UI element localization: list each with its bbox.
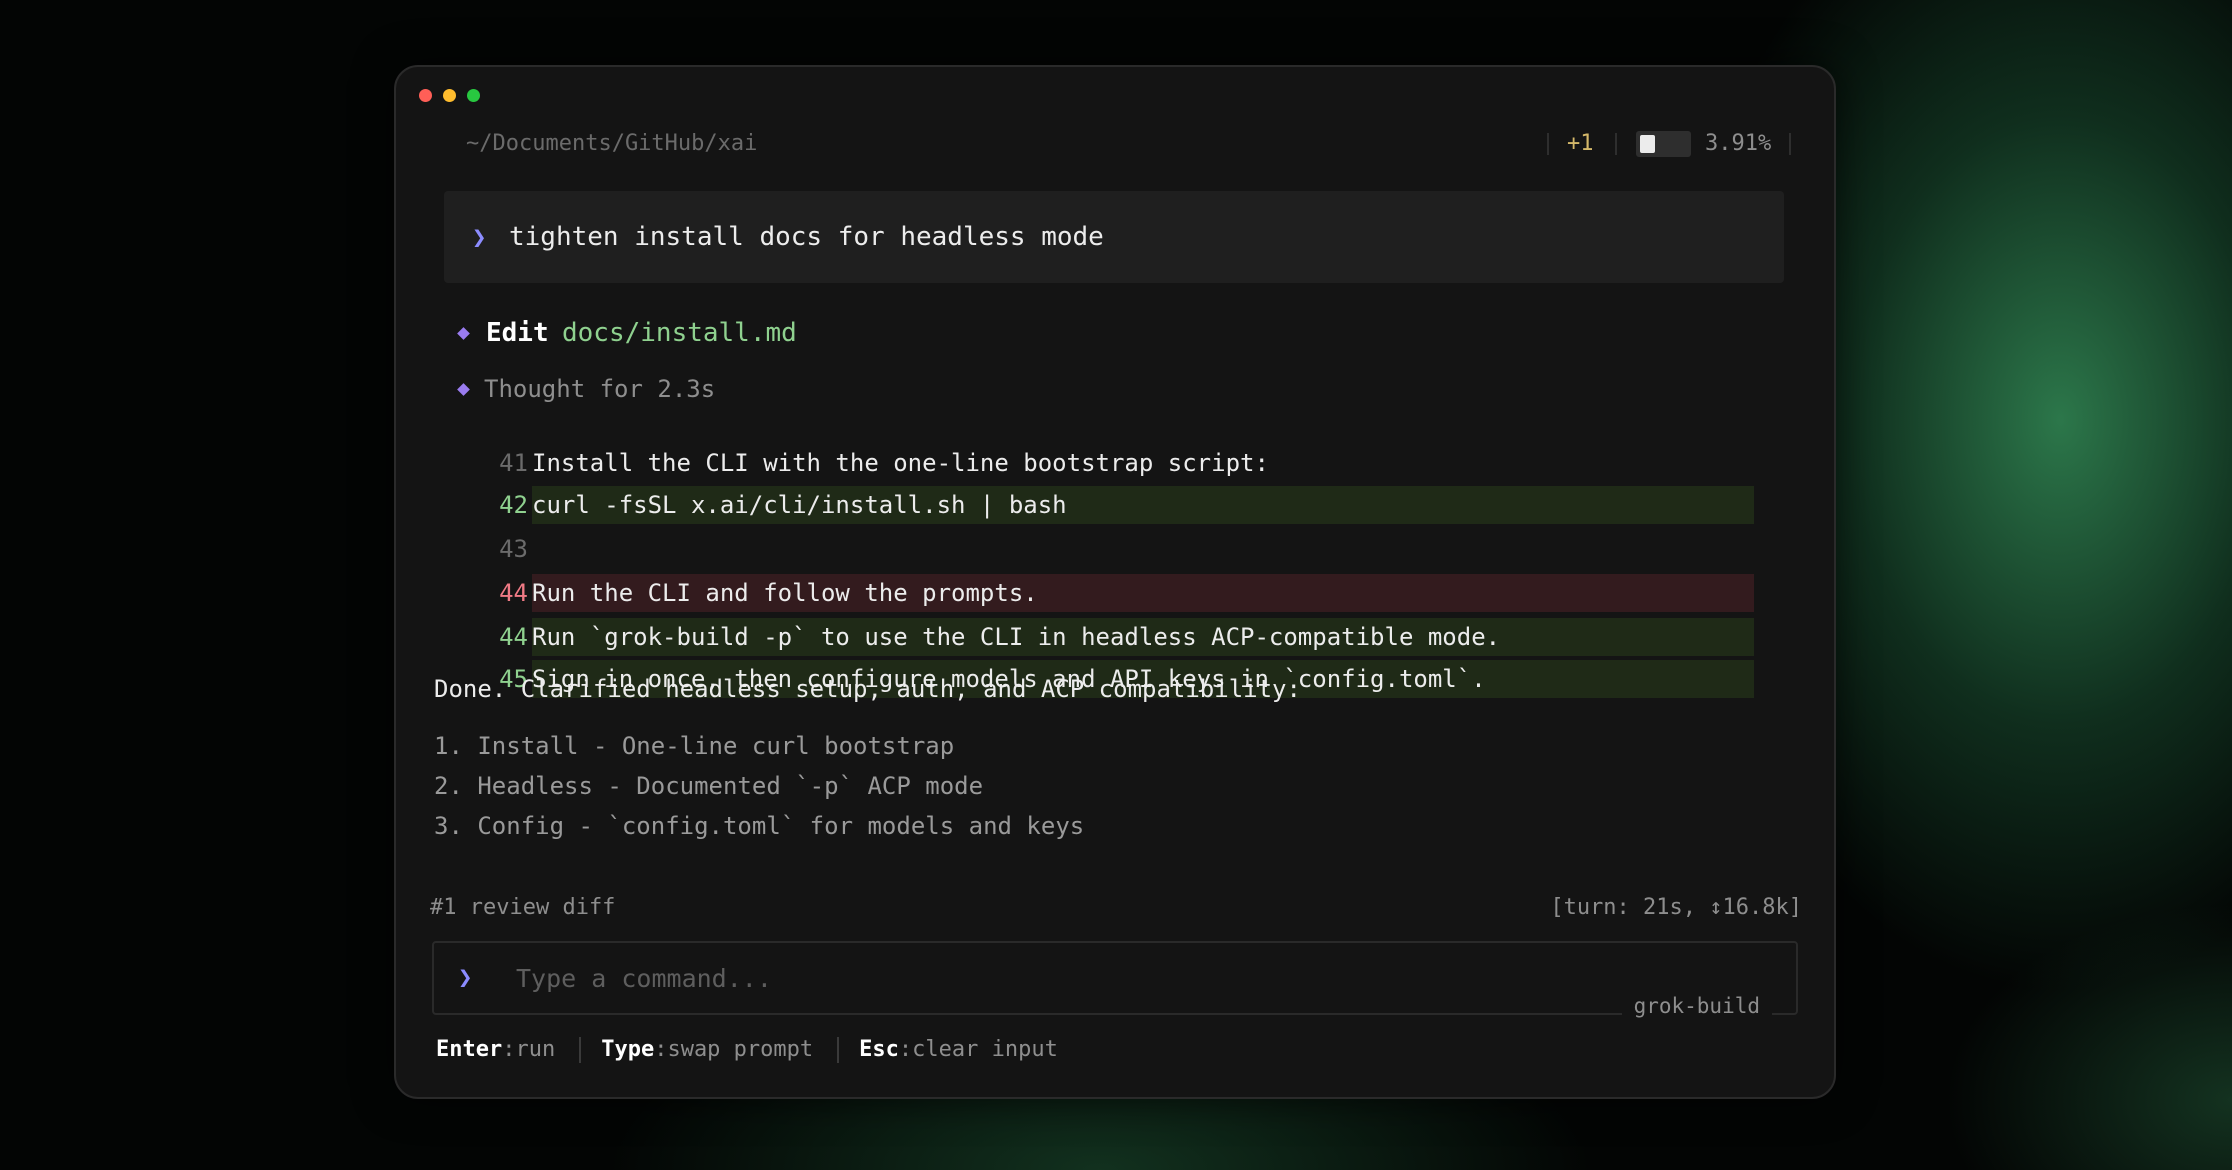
maximize-window-button[interactable] (467, 89, 480, 102)
turn-stats: [turn: 21s, ↕16.8k] (1550, 895, 1802, 920)
diff-line-number: 42 (499, 491, 528, 519)
diamond-icon (457, 327, 470, 340)
hint-desc-swap-prompt: :swap prompt (654, 1037, 814, 1062)
diff-line-added: 44 Run `grok-build -p` to use the CLI in … (486, 618, 1754, 656)
diff-line-removed: 44 Run the CLI and follow the prompts. (486, 574, 1754, 612)
working-directory: ~/Documents/GitHub/xai (466, 131, 758, 156)
hint-divider (579, 1037, 582, 1063)
diff-line-number: 43 (499, 535, 528, 563)
summary-item: 1. Install - One-line curl bootstrap (434, 732, 955, 760)
close-window-button[interactable] (419, 89, 432, 102)
status-review-diff[interactable]: #1 review diff (430, 893, 615, 923)
header-divider (1615, 133, 1617, 155)
diff-line-text: Run the CLI and follow the prompts. (532, 579, 1038, 607)
context-usage-percent: 3.91% (1705, 131, 1772, 156)
diff-line-number: 41 (499, 449, 528, 477)
chevron-right-icon: ❯ (472, 223, 487, 251)
app-name-label: grok-build (1621, 993, 1772, 1019)
user-prompt: ❯ tighten install docs for headless mode (444, 191, 1784, 283)
thought-duration: Thought for 2.3s (484, 375, 716, 403)
diff-line-context: 41 Install the CLI with the one-line boot… (486, 444, 1754, 482)
minimize-window-button[interactable] (443, 89, 456, 102)
diff-line-text: Install the CLI with the one-line bootst… (532, 449, 1269, 477)
diff-line-number: 44 (499, 623, 528, 651)
hint-key-enter: Enter (436, 1037, 503, 1062)
hint-desc-clear-input: :clear input (898, 1037, 1058, 1062)
hint-key-esc: Esc (859, 1037, 899, 1062)
hint-divider (837, 1037, 840, 1063)
diff-line-number: 44 (499, 579, 528, 607)
change-count-badge: +1 (1567, 131, 1594, 156)
context-usage-meter (1636, 131, 1691, 157)
hint-key-type: Type (601, 1037, 655, 1062)
context-usage-fill (1640, 135, 1655, 153)
hint-desc-run: :run (502, 1037, 556, 1062)
summary-item: 2. Headless - Documented `-p` ACP mode (434, 772, 984, 800)
diff-line-text: Run `grok-build -p` to use the CLI in he… (532, 623, 1501, 651)
diff-line-added: 42 curl -fsSL x.ai/cli/install.sh | bash (486, 486, 1754, 524)
command-input-box[interactable]: ❯ grok-build (432, 941, 1798, 1019)
diff-line-background (532, 530, 1754, 568)
keyboard-hints: Enter:run Type:swap prompt Esc:clear input (436, 1035, 1058, 1065)
edit-action-label: Edit (486, 318, 549, 348)
diamond-icon (457, 383, 470, 396)
diff-line-text: curl -fsSL x.ai/cli/install.sh | bash (532, 491, 1067, 519)
terminal-window: ~/Documents/GitHub/xai +1 3.91% ❯ tighte… (394, 65, 1836, 1099)
command-input[interactable] (514, 957, 1218, 999)
prompt-text: tighten install docs for headless mode (509, 222, 1104, 252)
summary-intro: Done. Clarified headless setup, auth, an… (434, 675, 1301, 703)
header-divider (1547, 133, 1549, 155)
chevron-right-icon: ❯ (458, 963, 473, 991)
edited-file-path[interactable]: docs/install.md (562, 315, 797, 351)
summary-item: 3. Config - `config.toml` for models and… (434, 812, 1085, 840)
diff-line-context: 43 (486, 530, 1754, 568)
header-divider (1789, 133, 1791, 155)
